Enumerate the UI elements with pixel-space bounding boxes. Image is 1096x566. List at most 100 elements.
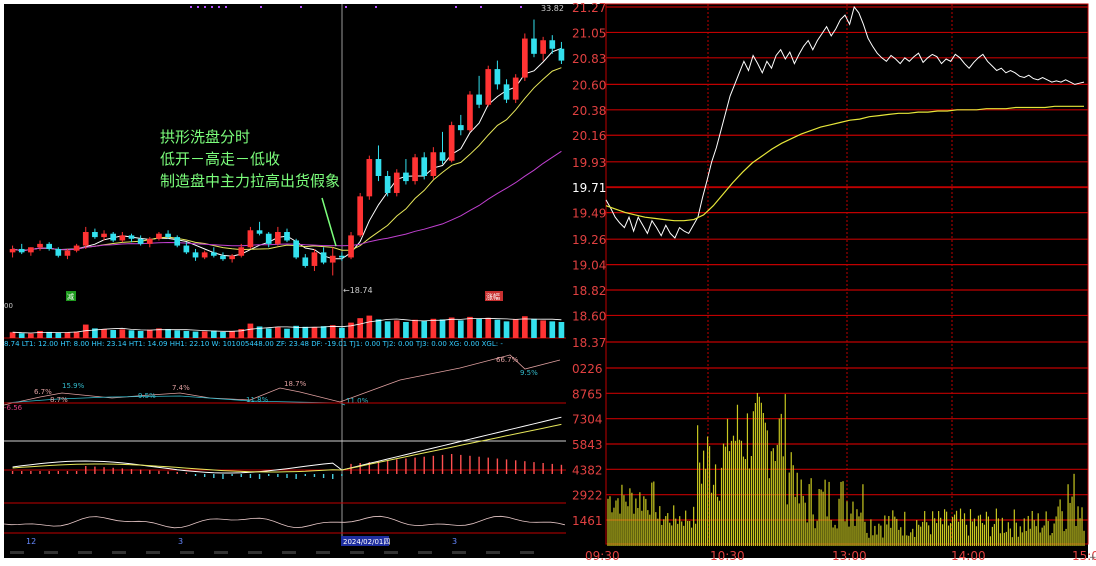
volume-bar (348, 322, 354, 338)
swing-percent-label: 11.0% (346, 397, 369, 405)
top-marker-dot (520, 6, 522, 8)
candle-body (457, 125, 464, 131)
volume-tick-label: 1461 (572, 514, 603, 528)
volume-bar (174, 330, 181, 338)
candle-body (284, 232, 290, 241)
volume-bar (403, 322, 409, 338)
volume-bar (210, 330, 217, 338)
top-marker-dot (211, 6, 213, 8)
volume-bar (55, 332, 62, 338)
top-marker-dot (260, 6, 262, 8)
swing-percent-label: 9.5% (520, 369, 538, 377)
volume-bar (201, 331, 208, 338)
toolbar-placeholder (180, 551, 194, 554)
volume-bar (9, 332, 16, 338)
candle-body (366, 159, 373, 197)
candle-body (37, 243, 43, 248)
volume-bar (220, 331, 226, 338)
candle-body (110, 233, 117, 241)
candle-body (467, 94, 473, 131)
price-tick-label: 20.60 (572, 78, 606, 92)
volume-bar (320, 326, 327, 338)
candle-body (448, 125, 455, 161)
candle-body (531, 38, 537, 54)
volume-bar (476, 318, 482, 338)
volume-bar (393, 320, 400, 338)
swing-percent-label: 6.7% (34, 388, 52, 396)
candle-body (430, 152, 437, 176)
candle-body (320, 252, 327, 263)
candle-body (82, 232, 89, 246)
candle-body (9, 248, 16, 253)
candle-body (210, 252, 217, 256)
volume-tick-label: 4382 (572, 463, 603, 477)
candle-body (64, 250, 71, 256)
candle-body (101, 233, 107, 238)
volume-bar (485, 317, 492, 338)
volume-bar (421, 321, 428, 338)
annotation-text: 低开－高走－低收 (160, 150, 280, 168)
volume-bar (265, 328, 272, 338)
candle-body (357, 196, 364, 236)
candle-body (540, 40, 546, 54)
volume-bar (119, 329, 126, 338)
volume-bar (275, 327, 281, 338)
indicator-readout: 8.74 LT1: 12.00 HT: 8.00 HH: 23.14 HT1: … (4, 340, 503, 348)
candle-body (28, 247, 34, 253)
candle-body (156, 233, 162, 239)
swing-percent-label: 18.7% (284, 380, 307, 388)
volume-bar (192, 331, 199, 338)
candle-body (412, 157, 418, 182)
price-tick-label: 18.82 (572, 284, 606, 298)
volume-bar (137, 330, 144, 338)
candle-body (238, 247, 245, 256)
price-tick-label: 21.05 (572, 26, 606, 40)
swing-percent-label: 7.4% (172, 384, 190, 392)
volume-bar (366, 315, 373, 338)
candle-body (522, 38, 528, 78)
volume-bar (37, 330, 43, 338)
volume-bar (531, 318, 537, 338)
volume-bar (503, 321, 510, 338)
volume-bar (558, 322, 565, 338)
volume-bar (73, 331, 80, 338)
candle-body (146, 238, 153, 244)
volume-bar (28, 333, 34, 338)
volume-bar (183, 330, 190, 338)
candle-body (329, 255, 336, 263)
volume-bar (512, 319, 519, 338)
time-tick-label: 14:00 (951, 549, 986, 562)
annotation-text: 制造盘中主力拉高出货假象 (160, 172, 340, 190)
toolbar-placeholder (146, 551, 160, 554)
toolbar-placeholder (384, 551, 398, 554)
candle-body (192, 252, 199, 258)
toolbar-placeholder (248, 551, 262, 554)
candle-body (393, 172, 400, 193)
toolbar-placeholder (452, 551, 466, 554)
volume-bar (46, 331, 52, 338)
toolbar-placeholder (10, 551, 24, 554)
candle-body (73, 245, 80, 251)
candle-body (375, 159, 382, 176)
date-tick-label: 3 (178, 537, 183, 546)
volume-tick-label: 0226 (572, 362, 603, 376)
candle-body (503, 84, 510, 100)
swing-percent-label: 9.5% (138, 392, 156, 400)
volume-bar (110, 330, 117, 338)
volume-bar (311, 327, 318, 338)
left-indicator-label: -6.56 (4, 404, 23, 412)
time-tick-label: 09:30 (585, 549, 620, 562)
candle-body (229, 255, 235, 260)
candle-body (137, 238, 144, 244)
candle-body (512, 77, 519, 100)
volume-bar (430, 318, 437, 338)
top-marker-dot (300, 6, 302, 8)
top-marker-dot (204, 6, 206, 8)
time-tick-label: 10:30 (710, 549, 745, 562)
top-marker-dot (345, 6, 347, 8)
date-tick-label: 3 (452, 537, 457, 546)
candle-body (92, 232, 98, 238)
candle-body (439, 152, 446, 161)
candle-body (339, 255, 345, 258)
volume-bar (284, 328, 290, 338)
